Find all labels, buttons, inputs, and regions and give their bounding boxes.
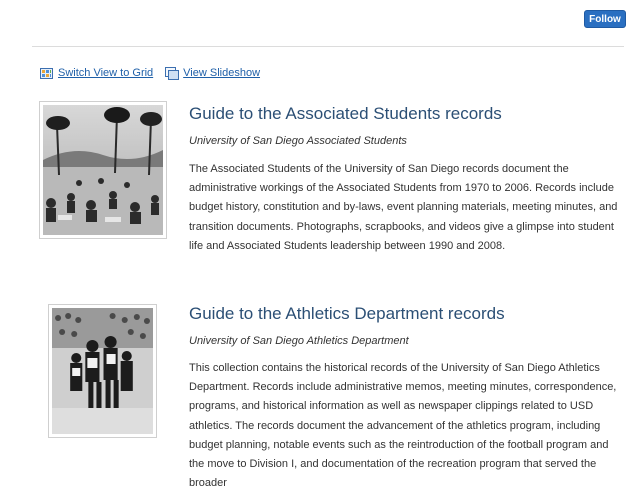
view-options: Switch View to Grid View Slideshow bbox=[40, 65, 272, 81]
collection-description: This collection contains the historical … bbox=[189, 362, 617, 490]
header-divider bbox=[32, 46, 624, 47]
view-slideshow-label[interactable]: View Slideshow bbox=[183, 67, 260, 79]
slideshow-icon bbox=[165, 67, 180, 80]
collection-title-link[interactable]: Guide to the Athletics Department record… bbox=[189, 304, 505, 324]
grid-view-icon bbox=[40, 67, 53, 79]
follow-button[interactable]: Follow bbox=[584, 10, 626, 28]
collection-creator: University of San Diego Associated Stude… bbox=[189, 135, 407, 147]
collection-thumbnail[interactable] bbox=[48, 304, 157, 438]
collection-creator: University of San Diego Athletics Depart… bbox=[189, 335, 409, 347]
view-slideshow-link[interactable]: View Slideshow bbox=[165, 67, 260, 80]
collection-thumbnail[interactable] bbox=[39, 101, 167, 239]
collection-description: The Associated Students of the Universit… bbox=[189, 163, 618, 252]
switch-view-grid-link[interactable]: Switch View to Grid bbox=[40, 67, 153, 79]
switch-view-grid-label[interactable]: Switch View to Grid bbox=[58, 67, 153, 79]
collection-title-link[interactable]: Guide to the Associated Students records bbox=[189, 104, 502, 124]
athletics-photo-image bbox=[52, 308, 153, 434]
students-photo-image bbox=[43, 105, 163, 235]
